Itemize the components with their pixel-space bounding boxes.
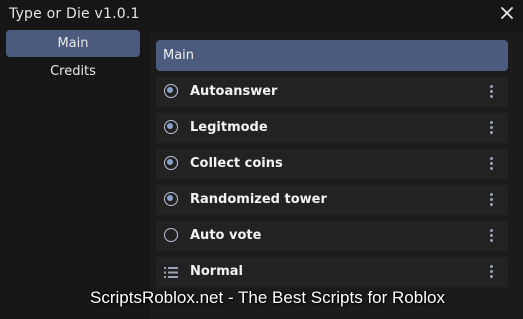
- more-options-icon[interactable]: [490, 229, 494, 244]
- watermark-text: ScriptsRoblox.net - The Best Scripts for…: [90, 288, 445, 307]
- sidebar-item-credits[interactable]: Credits: [6, 58, 140, 85]
- title-bar: Type or Die v1.0.1: [0, 0, 523, 32]
- more-options-icon[interactable]: [490, 121, 494, 136]
- toggle-collect-coins[interactable]: Collect coins: [156, 149, 508, 179]
- row-label: Randomized tower: [190, 192, 327, 207]
- more-options-icon[interactable]: [490, 157, 494, 172]
- toggle-legitmode[interactable]: Legitmode: [156, 113, 508, 143]
- radio-checked-icon[interactable]: [164, 192, 178, 206]
- more-options-icon[interactable]: [490, 193, 494, 208]
- main-panel: Main Autoanswer Legitmode Collect coins …: [150, 32, 523, 319]
- row-label: Auto vote: [190, 228, 262, 243]
- sidebar-item-label: Main: [57, 36, 89, 51]
- radio-checked-icon[interactable]: [164, 156, 178, 170]
- section-header: Main: [156, 40, 508, 71]
- toggle-randomized-tower[interactable]: Randomized tower: [156, 185, 508, 215]
- sidebar-item-label: Credits: [50, 64, 96, 79]
- more-options-icon[interactable]: [490, 85, 494, 100]
- row-label: Autoanswer: [190, 84, 278, 99]
- radio-unchecked-icon[interactable]: [164, 228, 178, 242]
- row-label: Normal: [190, 264, 243, 279]
- list-icon: [164, 267, 178, 278]
- window-title: Type or Die v1.0.1: [9, 6, 140, 22]
- row-label: Legitmode: [190, 120, 268, 135]
- row-label: Collect coins: [190, 156, 283, 171]
- radio-checked-icon[interactable]: [164, 84, 178, 98]
- toggle-auto-vote[interactable]: Auto vote: [156, 221, 508, 251]
- dropdown-normal[interactable]: Normal: [156, 257, 508, 287]
- script-window: Type or Die v1.0.1 Main Credits Main Aut…: [0, 0, 523, 319]
- sidebar-item-main[interactable]: Main: [6, 30, 140, 57]
- more-options-icon[interactable]: [490, 265, 494, 280]
- radio-checked-icon[interactable]: [164, 120, 178, 134]
- toggle-autoanswer[interactable]: Autoanswer: [156, 77, 508, 107]
- close-icon[interactable]: [499, 5, 515, 21]
- sidebar: Main Credits: [0, 30, 148, 319]
